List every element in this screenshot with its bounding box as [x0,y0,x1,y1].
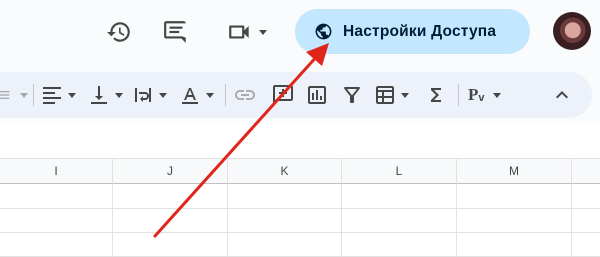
chevron-down-icon [20,92,28,98]
insert-chart-button[interactable] [305,82,329,108]
column-letter: K [280,164,289,178]
column-header-next[interactable] [572,158,600,184]
chart-icon [308,86,326,104]
toolbar-divider [225,84,226,106]
row-gridline [0,208,600,209]
column-gridline [341,184,342,257]
column-header-l[interactable]: L [342,158,457,184]
table-view-icon [376,86,394,104]
toolbar-divider [458,84,459,106]
text-rotation-button[interactable] [178,82,214,108]
input-tools-button[interactable]: Р v [468,82,501,108]
column-letter: I [54,164,58,178]
version-history-button[interactable] [104,17,134,47]
comments-button[interactable] [161,17,191,47]
text-wrapping-button[interactable] [131,82,167,108]
column-letter: L [395,164,403,178]
chevron-down-icon [492,92,501,98]
column-letter: M [509,164,519,178]
chevron-down-icon [401,92,409,98]
column-letter: J [167,164,173,178]
collapse-toolbar-button[interactable] [550,82,574,108]
column-header-k[interactable]: K [228,158,342,184]
input-tools-label: Р [468,85,479,104]
meet-button[interactable] [221,17,273,47]
video-camera-icon [229,25,249,39]
comment-icon [164,21,186,43]
row-gridline [0,232,600,233]
globe-icon [314,22,333,41]
column-gridline [571,184,572,257]
share-button[interactable]: Настройки Доступа [295,9,530,54]
text-rotation-icon [182,88,198,104]
column-header-j[interactable]: J [113,158,228,184]
spreadsheet-grid[interactable] [0,124,600,257]
horizontal-align-button[interactable] [40,82,76,108]
column-gridline [456,184,457,257]
history-icon [107,22,130,42]
filter-icon [344,87,360,103]
chevron-down-icon [259,29,267,35]
column-header-m[interactable]: M [457,158,572,184]
functions-button[interactable] [424,82,448,108]
toolbar-divider [33,84,34,106]
filter-views-button[interactable] [373,82,409,108]
insert-link-button[interactable] [233,82,257,108]
chevron-down-icon [115,92,123,98]
align-left-icon [43,87,61,104]
chevron-down-icon [159,92,167,98]
chevron-down-icon [206,92,214,98]
partial-icon [0,91,10,99]
align-bottom-icon [91,86,107,104]
column-header-i[interactable]: I [0,158,113,184]
chevron-down-icon [68,92,76,98]
chevron-up-icon [556,91,568,99]
subscript-v: v [478,91,485,104]
filter-button[interactable] [340,82,364,108]
column-gridline [112,184,113,257]
text-wrap-partial-button[interactable] [0,82,28,108]
insert-comment-button[interactable] [271,82,295,108]
sigma-icon [431,88,441,102]
column-gridline [227,184,228,257]
vertical-align-button[interactable] [87,82,123,108]
link-icon [235,90,255,100]
text-wrap-icon [135,88,151,102]
share-button-label: Настройки Доступа [343,22,497,40]
account-avatar[interactable] [553,12,591,50]
add-comment-icon [273,85,293,105]
